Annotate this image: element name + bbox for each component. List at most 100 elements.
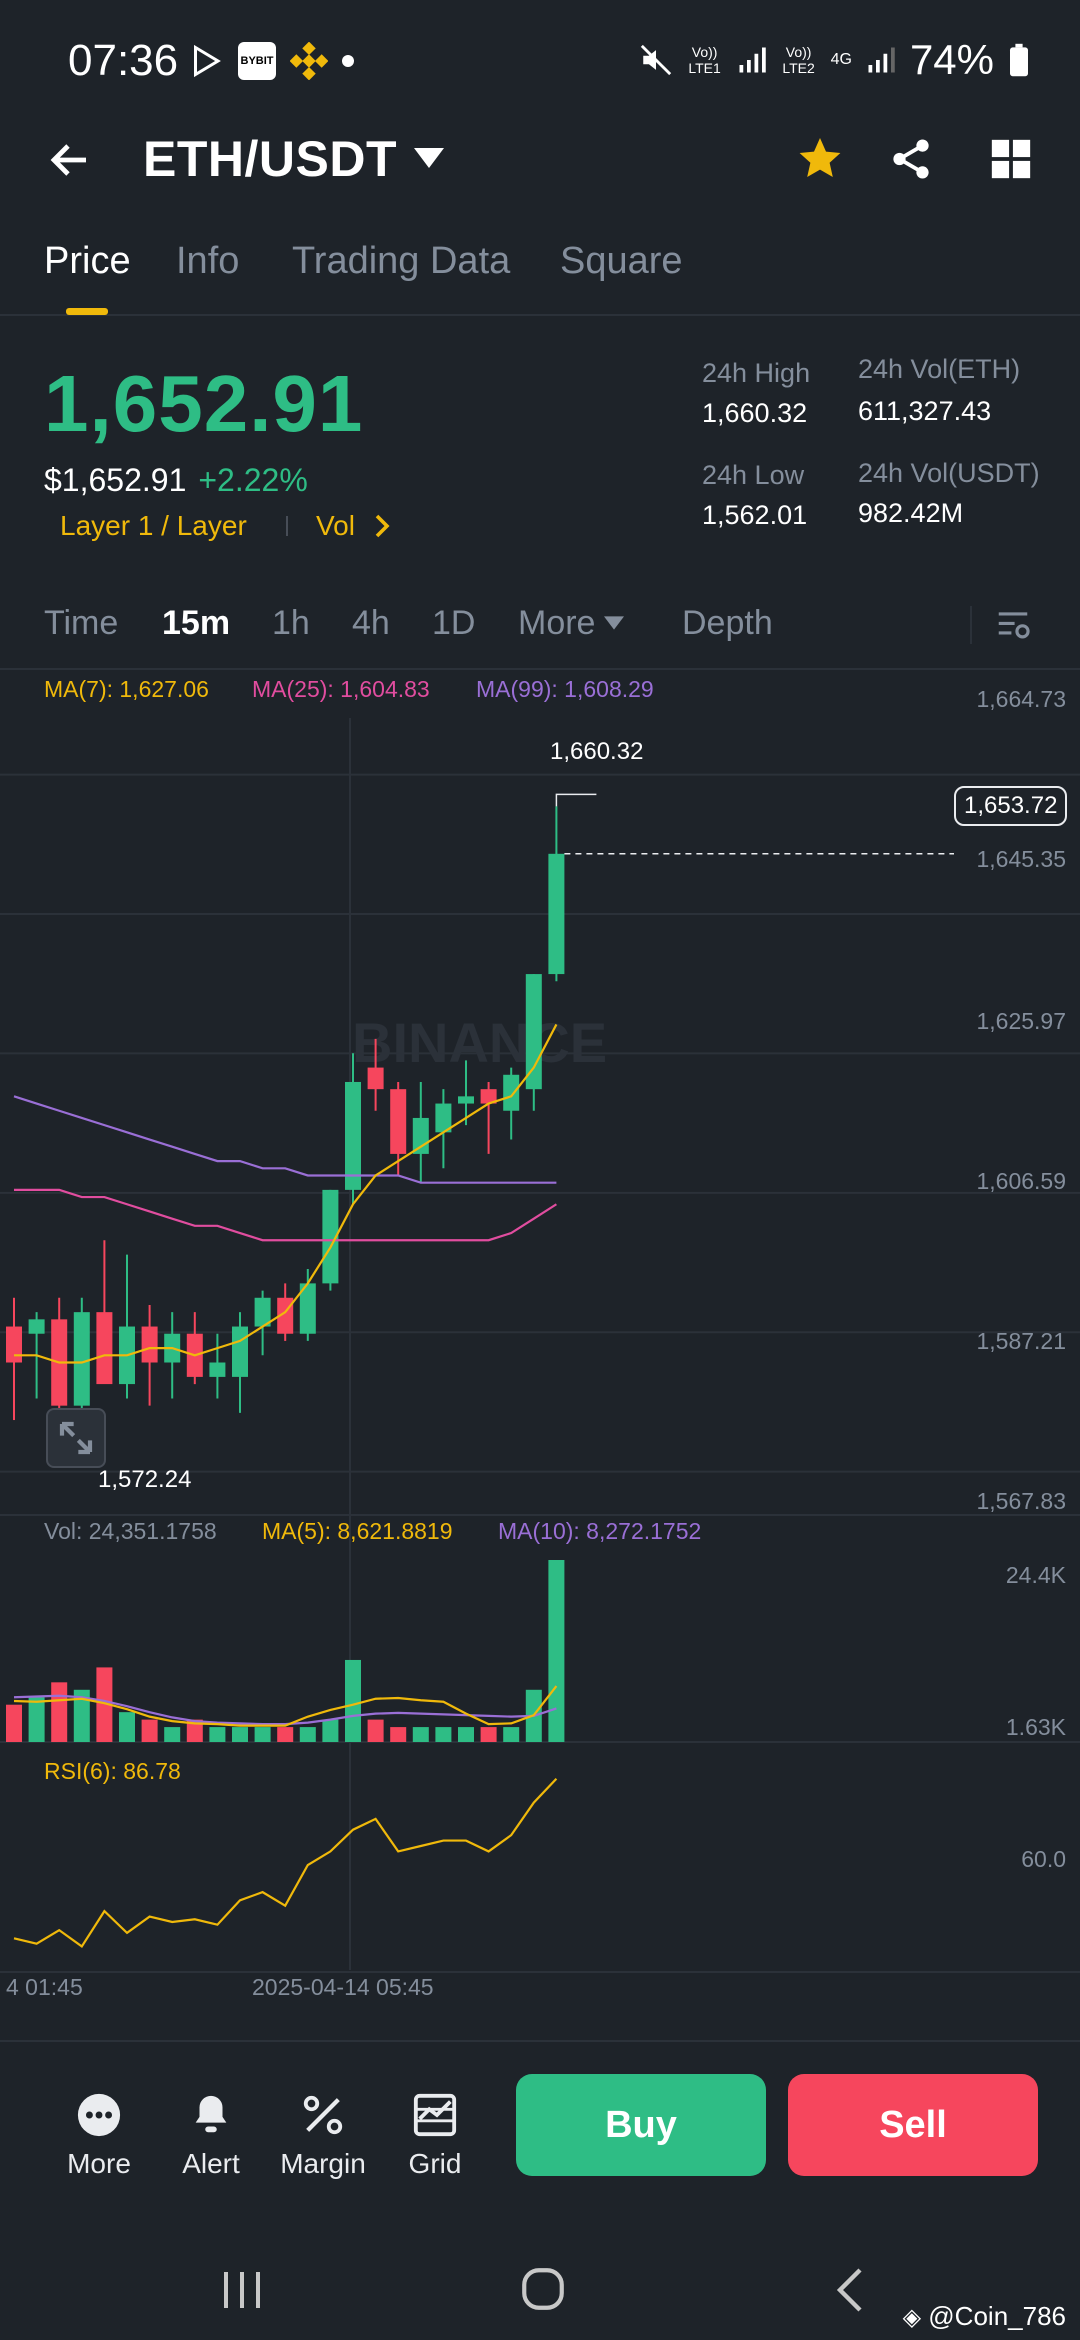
interval-time[interactable]: Time xyxy=(44,604,118,643)
volume-bar xyxy=(254,1727,271,1742)
interval-bar: Time 15m 1h 4h 1D More Depth xyxy=(0,590,1080,670)
volume-bar xyxy=(345,1659,361,1742)
category-tag[interactable]: Layer 1 / Layer xyxy=(60,510,247,542)
candle-body xyxy=(96,1312,113,1385)
high-marker-line xyxy=(555,793,597,807)
vol-ma10-legend: MA(10): 8,272.1752 xyxy=(498,1518,702,1544)
net1-label: Vo)) LTE1 xyxy=(688,44,721,76)
volume-bar xyxy=(51,1682,68,1742)
high-label: 24h High xyxy=(702,358,811,388)
candle-body xyxy=(458,1096,474,1104)
vol-legend: Vol: 24,351.1758 xyxy=(44,1518,217,1544)
low-value: 1,562.01 xyxy=(702,500,808,530)
tab-info[interactable]: Info xyxy=(176,240,239,283)
chevron-down-icon[interactable] xyxy=(414,148,444,168)
rsi-line xyxy=(13,1777,558,1949)
interval-15m[interactable]: 15m xyxy=(162,604,230,643)
candle-body xyxy=(525,974,542,1090)
vol-axis-top: 24.4K xyxy=(1005,1562,1066,1588)
vol-eth-value: 611,327.43 xyxy=(858,396,992,426)
binance-icon xyxy=(290,42,328,80)
system-back-icon[interactable] xyxy=(830,2266,870,2314)
tab-indicator xyxy=(66,308,108,315)
candle-body xyxy=(503,1074,520,1111)
interval-1d[interactable]: 1D xyxy=(432,604,475,643)
volume-bar xyxy=(209,1727,226,1742)
share-icon[interactable] xyxy=(888,136,934,182)
star-icon[interactable] xyxy=(796,134,844,182)
fullscreen-button[interactable] xyxy=(46,1408,106,1468)
tab-square[interactable]: Square xyxy=(560,240,683,283)
volume-bar xyxy=(412,1727,429,1742)
interval-more[interactable]: More xyxy=(518,604,595,643)
credit-watermark: ◈ @Coin_786 xyxy=(903,2301,1066,2332)
grid-trading-icon xyxy=(413,2093,457,2137)
price-axis-label: 1,625.97 xyxy=(976,1008,1066,1034)
volume-bar xyxy=(141,1719,158,1742)
battery-icon xyxy=(1010,43,1028,77)
price-axis-label: 1,567.83 xyxy=(976,1488,1066,1514)
vol-ma10-line xyxy=(13,1694,557,1726)
candle-body xyxy=(141,1326,158,1363)
notification-dot xyxy=(342,55,354,67)
price-axis-label: 1,606.59 xyxy=(976,1168,1066,1194)
bell-icon xyxy=(195,2095,227,2133)
volume-bar xyxy=(367,1719,384,1742)
more-label: More xyxy=(67,2148,131,2179)
time-axis-label: 2025-04-14 05:45 xyxy=(252,1974,434,2000)
interval-4h[interactable]: 4h xyxy=(352,604,390,643)
tab-price[interactable]: Price xyxy=(44,240,131,283)
interval-1h[interactable]: 1h xyxy=(272,604,310,643)
binance-small-icon: ◈ xyxy=(902,2304,922,2331)
candle-body xyxy=(73,1312,90,1406)
home-icon[interactable] xyxy=(518,2264,568,2314)
volume-bar xyxy=(28,1697,45,1742)
signal1-icon xyxy=(739,47,766,73)
kline-chart[interactable]: BINANCE xyxy=(0,660,1080,2060)
pair-title[interactable]: ETH/USDT xyxy=(143,130,397,188)
volume-bar xyxy=(435,1727,452,1742)
recents-icon[interactable] xyxy=(218,2268,266,2312)
volume-bar xyxy=(119,1712,135,1742)
more-dots-icon xyxy=(77,2093,121,2137)
alert-action[interactable]: Alert xyxy=(156,2092,266,2180)
candle-body xyxy=(548,853,565,975)
high-marker-label: 1,660.32 xyxy=(550,738,644,765)
interval-depth[interactable]: Depth xyxy=(682,604,773,643)
tag-divider xyxy=(286,516,288,536)
grid-action[interactable]: Grid xyxy=(380,2092,490,2180)
rsi-axis-label: 60.0 xyxy=(1021,1846,1066,1872)
battery-text: 74% xyxy=(909,36,994,83)
candle-body xyxy=(209,1362,226,1377)
high-value: 1,660.32 xyxy=(702,398,808,428)
chart-settings-icon[interactable] xyxy=(994,606,1032,644)
vol-usdt-value: 982.42M xyxy=(858,498,964,528)
margin-action[interactable]: Margin xyxy=(268,2092,378,2180)
bybit-icon: BYBIT xyxy=(238,42,276,80)
ma99-line xyxy=(13,1095,557,1184)
play-icon xyxy=(194,44,221,78)
interval-divider xyxy=(970,606,972,644)
chevron-right-icon[interactable] xyxy=(374,514,392,538)
grid-label: Grid xyxy=(408,2148,462,2179)
volume-bar xyxy=(164,1727,181,1742)
alert-label: Alert xyxy=(182,2148,240,2179)
grid-menu-icon[interactable] xyxy=(988,136,1034,182)
candle-body xyxy=(232,1326,248,1377)
chart-watermark: BINANCE xyxy=(352,1011,607,1074)
candle-body xyxy=(412,1117,429,1154)
tab-trading-data[interactable]: Trading Data xyxy=(292,240,510,283)
candle-body xyxy=(28,1319,45,1334)
more-chevron-icon[interactable] xyxy=(604,616,624,630)
status-right: Vo)) LTE1 Vo)) LTE2 4G 74% xyxy=(639,36,1030,84)
volume-bar xyxy=(390,1727,407,1742)
sell-button[interactable]: Sell xyxy=(788,2074,1038,2176)
vol-usdt-label: 24h Vol(USDT) xyxy=(858,458,1040,488)
back-arrow-icon[interactable] xyxy=(46,136,94,184)
buy-button[interactable]: Buy xyxy=(516,2074,766,2176)
more-action[interactable]: More xyxy=(44,2092,154,2180)
vol-tag[interactable]: Vol xyxy=(316,510,355,542)
time-axis-label: 4 01:45 xyxy=(6,1974,83,2000)
net4g-label: 4G xyxy=(830,51,852,68)
vol-ma5-legend: MA(5): 8,621.8819 xyxy=(262,1518,453,1544)
